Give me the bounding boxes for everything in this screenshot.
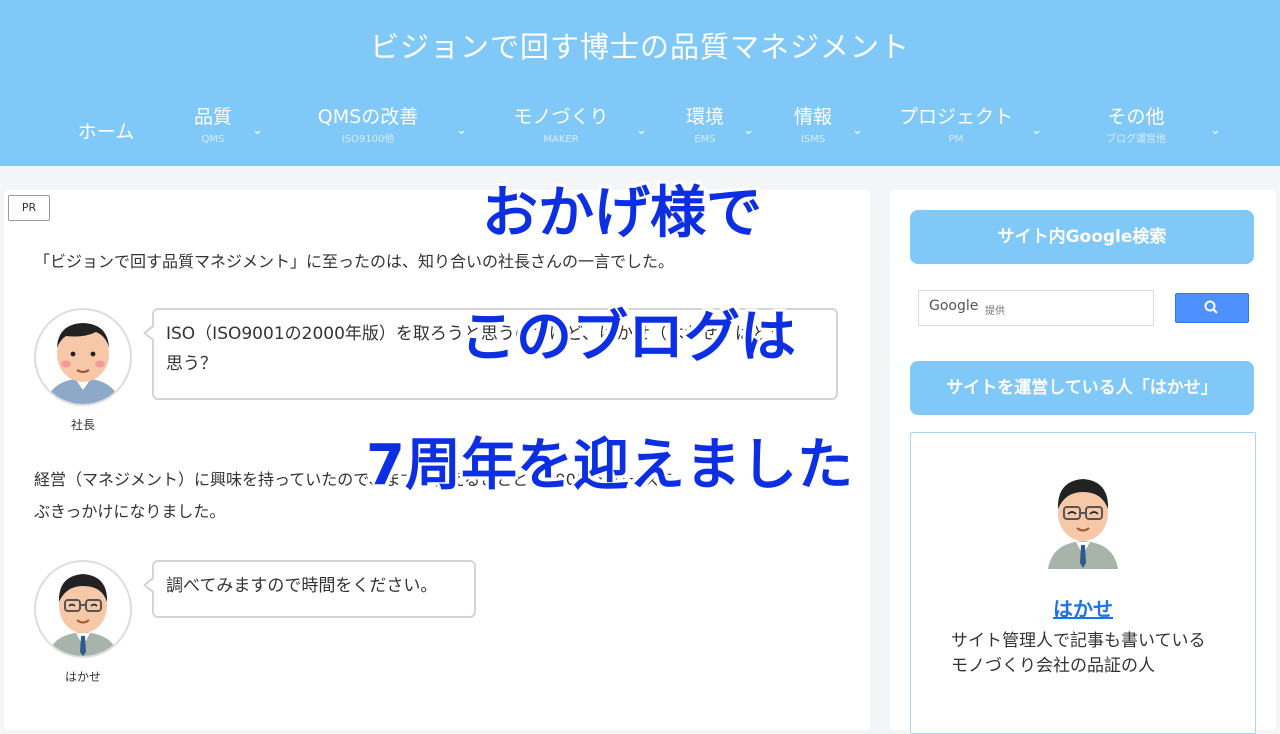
chevron-down-icon[interactable]: ⌄ <box>852 123 863 138</box>
speaker-name: 社長 <box>70 418 95 432</box>
hakase-avatar <box>34 560 132 658</box>
nav-sublabel: PM <box>948 134 964 145</box>
nav-label: 品質 <box>193 106 232 128</box>
search-icon <box>1204 300 1218 314</box>
search-button[interactable] <box>1175 293 1249 323</box>
intro-paragraph: 「ビジョンで回す品質マネジメント」に至ったのは、知り合いの社長さんの一言でした。 <box>34 252 675 271</box>
profile-description: サイト管理人で記事も書いているモノづくり会社の品証の人 <box>951 631 1206 676</box>
president-avatar <box>34 308 132 406</box>
site-title[interactable]: ビジョンで回す博士の品質マネジメント <box>0 24 1280 66</box>
nav-item-maker[interactable]: モノづくり MAKER <box>508 104 614 160</box>
speech-text-line: 調べてみますので時間をください。 <box>166 576 438 596</box>
chevron-down-icon[interactable]: ⌄ <box>743 123 754 138</box>
hakase-profile-icon <box>1048 479 1118 569</box>
google-powered-by: 提供 <box>985 306 1005 317</box>
chevron-down-icon[interactable]: ⌄ <box>252 123 263 138</box>
nav-sublabel: EMS <box>694 134 716 145</box>
nav-item-other[interactable]: その他 ブログ運営他 <box>1090 104 1182 160</box>
nav-sublabel: MAKER <box>543 134 579 145</box>
hakase-face-icon <box>48 574 118 656</box>
nav-item-home[interactable]: ホーム <box>70 104 142 160</box>
sidebar: サイト内Google検索 Google 提供 サイトを運営している人「はかせ」 … <box>890 190 1276 734</box>
nav-label: その他 <box>1107 106 1165 128</box>
overlay-line-3: 7周年を迎えました <box>366 433 853 498</box>
profile-card: はかせ サイト管理人で記事も書いているモノづくり会社の品証の人 <box>910 432 1256 734</box>
president-face-icon <box>46 323 120 404</box>
speaker-name: はかせ <box>64 670 101 684</box>
nav-label: QMSの改善 <box>317 106 419 128</box>
chevron-down-icon[interactable]: ⌄ <box>1031 123 1042 138</box>
nav-label: 環境 <box>685 106 724 128</box>
main-nav: ホーム 品質 QMS ⌄ QMSの改善 ISO9100他 ⌄ モノづくり MAK… <box>0 104 1280 160</box>
chevron-down-icon[interactable]: ⌄ <box>636 123 647 138</box>
chevron-down-icon[interactable]: ⌄ <box>1210 123 1221 138</box>
search-widget-heading: サイト内Google検索 <box>910 210 1254 264</box>
chevron-down-icon[interactable]: ⌄ <box>456 123 467 138</box>
overlay-line-1: おかげ様で <box>482 181 762 246</box>
nav-label: 情報 <box>793 106 832 128</box>
nav-sublabel: ISMS <box>800 134 826 145</box>
about-widget-heading: サイトを運営している人「はかせ」 <box>910 361 1254 415</box>
site-header: ビジョンで回す博士の品質マネジメント ホーム 品質 QMS ⌄ QMSの改善 I… <box>0 0 1280 166</box>
speech-bubble: 調べてみますので時間をください。 <box>143 560 476 618</box>
overlay-line-2: このブログは <box>460 305 796 370</box>
nav-label: プロジェクト <box>898 106 1013 128</box>
nav-item-info[interactable]: 情報 ISMS <box>788 104 838 160</box>
nav-label: モノづくり <box>513 106 609 128</box>
nav-item-env[interactable]: 環境 EMS <box>680 104 730 160</box>
nav-sublabel: ブログ運営他 <box>1106 134 1166 145</box>
nav-sublabel: QMS <box>201 134 225 145</box>
nav-item-quality[interactable]: 品質 QMS <box>188 104 238 160</box>
nav-sublabel: ISO9100他 <box>341 134 395 145</box>
search-input[interactable]: Google 提供 <box>918 290 1154 326</box>
pr-badge: PR <box>8 195 50 221</box>
nav-item-qms[interactable]: QMSの改善 ISO9100他 <box>312 104 424 160</box>
nav-item-project[interactable]: プロジェクト PM <box>892 104 1020 160</box>
profile-name-link[interactable]: はかせ <box>911 593 1255 622</box>
google-logo-text: Google <box>929 298 979 314</box>
nav-label: ホーム <box>77 121 135 143</box>
